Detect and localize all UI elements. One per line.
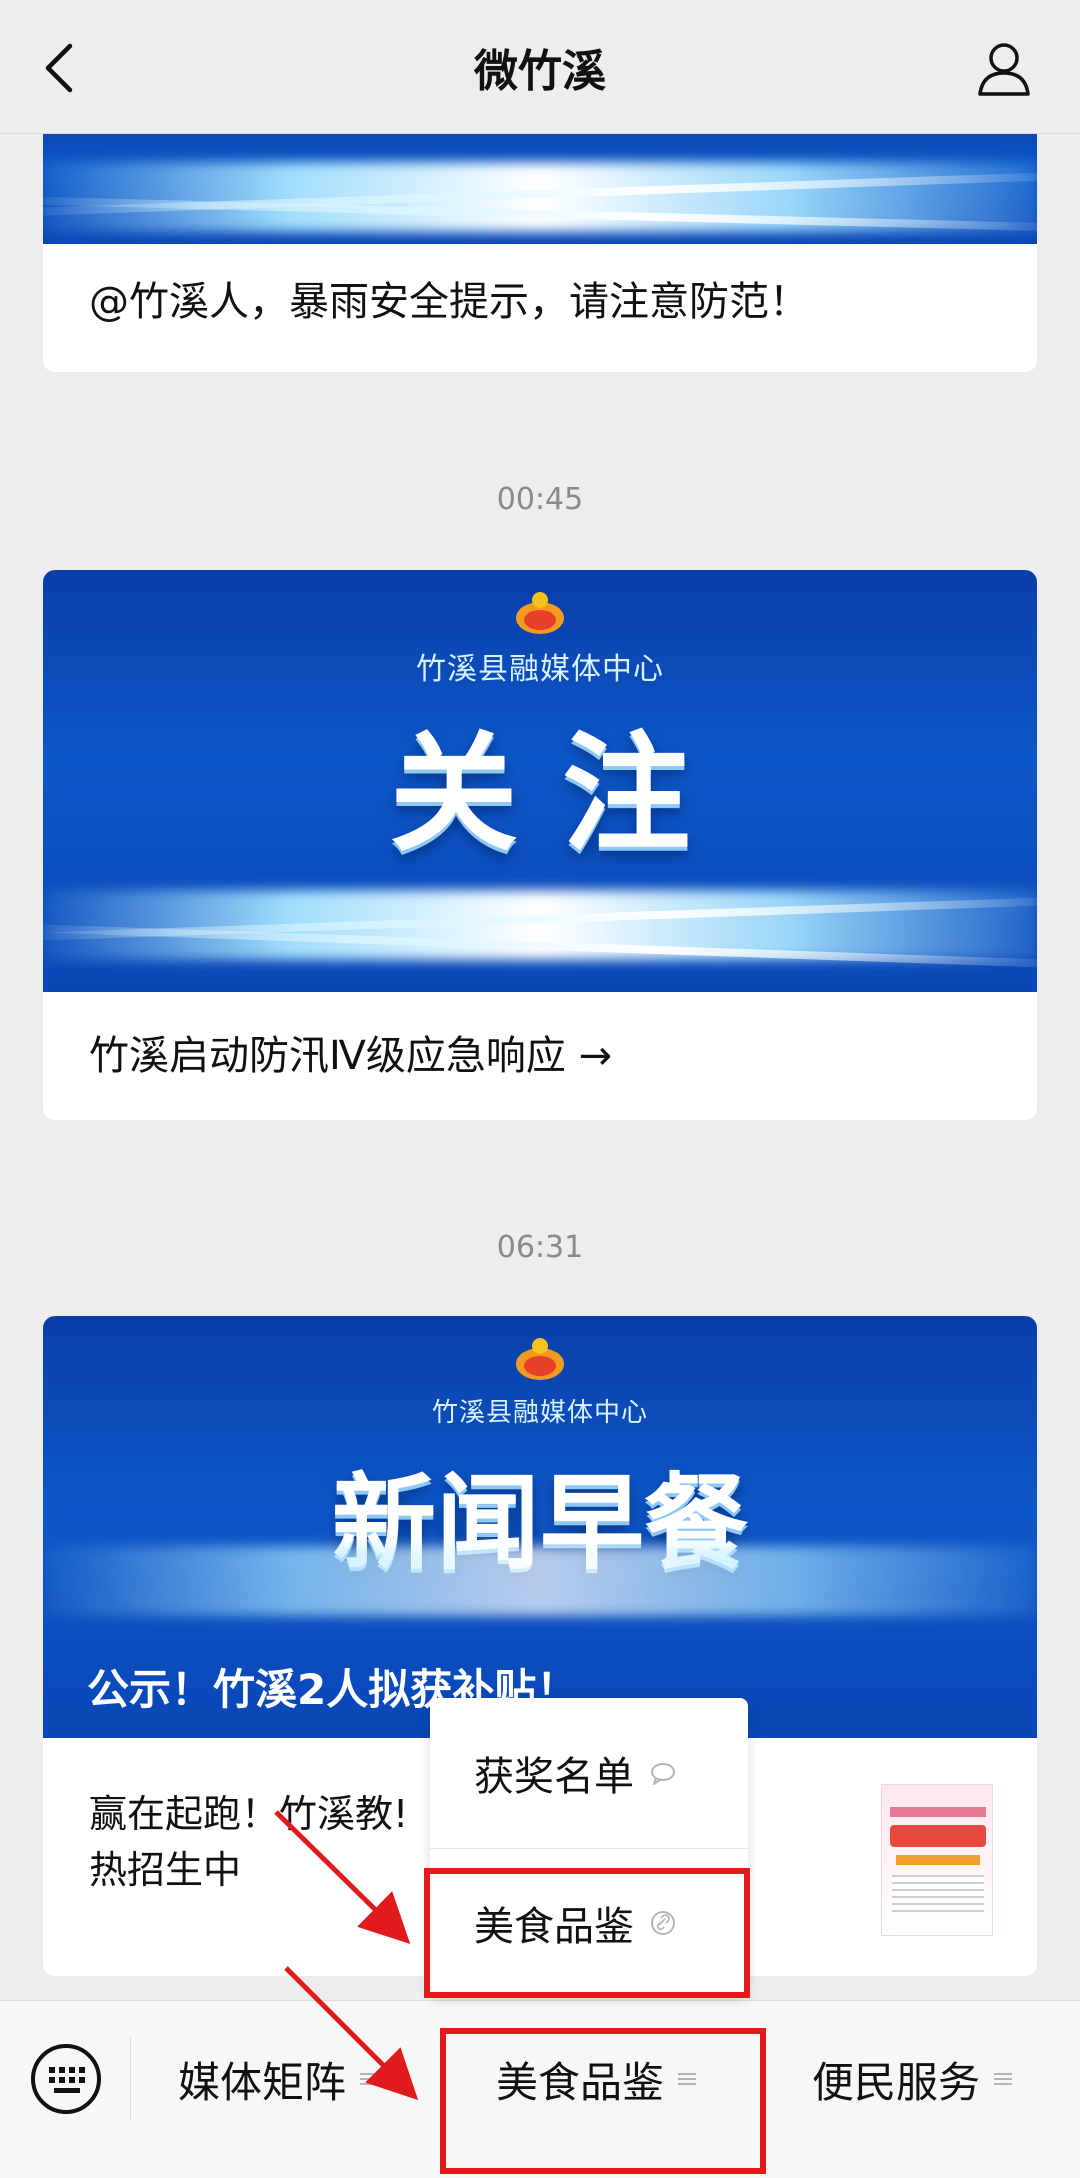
back-button[interactable] bbox=[40, 42, 80, 94]
article-title: @竹溪人，暴雨安全提示，请注意防范！ bbox=[89, 279, 809, 325]
menu-tab-label: 媒体矩阵 bbox=[178, 2057, 347, 2107]
user-icon bbox=[978, 43, 1030, 96]
article-card[interactable]: 竹溪县融媒体中心 关 注 竹溪启动防汛Ⅳ级应急响应 → bbox=[43, 570, 1037, 1120]
article-banner: 竹溪县融媒体中心 关 注 bbox=[43, 570, 1037, 992]
menu-tab-label: 便民服务 bbox=[812, 2057, 981, 2107]
menu-tab-media-matrix[interactable]: 媒体矩阵 bbox=[178, 2031, 379, 2127]
banner-headline: 关 注 bbox=[389, 720, 691, 869]
sub-article-title-line2: 热招生中 bbox=[89, 1848, 242, 1892]
chat-bubble-icon bbox=[651, 1763, 675, 1785]
highlight-box-submenu bbox=[424, 1868, 750, 1998]
org-name: 竹溪县融媒体中心 bbox=[431, 1398, 648, 1428]
submenu-item-awards[interactable]: 获奖名单 bbox=[430, 1698, 748, 1848]
keyboard-icon bbox=[31, 2044, 101, 2114]
profile-button[interactable] bbox=[974, 38, 1034, 98]
media-center-logo bbox=[516, 1338, 564, 1380]
submenu-item-label: 获奖名单 bbox=[474, 1754, 634, 1800]
menu-lines-icon bbox=[994, 2073, 1013, 2085]
timestamp: 00:45 bbox=[496, 482, 584, 517]
article-title: 竹溪启动防汛Ⅳ级应急响应 → bbox=[89, 1033, 613, 1079]
page-title: 微竹溪 bbox=[474, 45, 606, 97]
menu-tab-services[interactable]: 便民服务 bbox=[812, 2031, 1013, 2127]
divider bbox=[130, 2037, 131, 2121]
article-card[interactable]: @竹溪人，暴雨安全提示，请注意防范！ bbox=[43, 110, 1037, 372]
article-banner: 竹溪县融媒体中心 新闻早餐 公示！竹溪2人拟获补贴！ bbox=[43, 1316, 1037, 1738]
timestamp: 06:31 bbox=[496, 1230, 584, 1265]
article-thumbnail bbox=[881, 1784, 993, 1936]
sub-article-title-line1: 赢在起跑！竹溪教! bbox=[89, 1792, 409, 1836]
keyboard-toggle-button[interactable] bbox=[28, 2041, 104, 2117]
chevron-left-icon bbox=[45, 43, 73, 93]
org-name: 竹溪县融媒体中心 bbox=[416, 652, 664, 687]
highlight-box-menu-tab bbox=[440, 2028, 766, 2174]
top-nav-bar: 微竹溪 bbox=[0, 0, 1080, 134]
media-center-logo bbox=[516, 592, 564, 634]
menu-lines-icon bbox=[360, 2073, 379, 2085]
